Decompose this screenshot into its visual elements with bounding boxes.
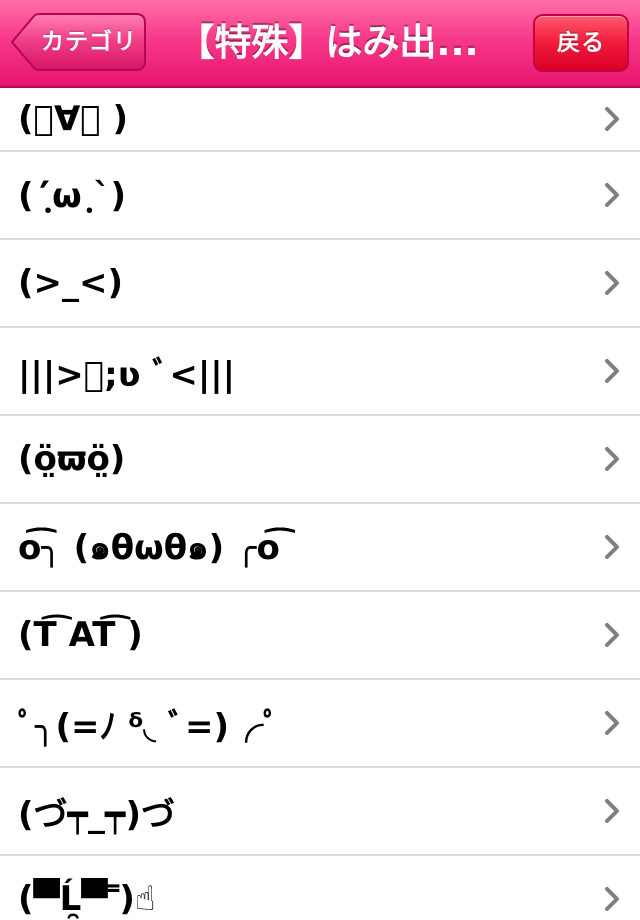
kaomoji-list: (ﾟ∀ﾟ ) (´ฺω ฺ`) (>_<) |||>ﾞ;ʋ ﾞ<||| (ö̤ϖ…: [0, 88, 640, 920]
list-item[interactable]: (ﾟ∀ﾟ ): [0, 88, 640, 152]
kaomoji-text: o͡͡͡╮ (๑θωθ๑) ╭o͡͡͡: [18, 528, 280, 568]
kaomoji-text: (ﾟ∀ﾟ ): [18, 99, 129, 139]
list-item[interactable]: ﾟ╮(=ﾉ ᵟ◟ ﾞ=)╭ﾟ: [0, 680, 640, 768]
list-item[interactable]: (´ฺω ฺ`): [0, 152, 640, 240]
list-item[interactable]: (▀̿Ĺ̯▀̿ ̿)☝: [0, 856, 640, 920]
back-button-label: カテゴリ: [41, 29, 137, 55]
navigation-bar: カテゴリ 【特殊】はみ出... 戻る: [0, 0, 640, 88]
kaomoji-text: (▀̿Ĺ̯▀̿ ̿)☝: [18, 879, 156, 919]
list-item[interactable]: (ö̤ϖö̤): [0, 416, 640, 504]
chevron-right-icon: [605, 799, 619, 823]
kaomoji-text: (>_<): [18, 263, 124, 303]
chevron-right-icon: [605, 535, 619, 559]
list-item[interactable]: (T͡ AT͡ ): [0, 592, 640, 680]
kaomoji-text: |||>ﾞ;ʋ ﾞ<|||: [18, 354, 236, 395]
list-item[interactable]: (>_<): [0, 240, 640, 328]
chevron-right-icon: [605, 107, 619, 131]
kaomoji-text: (´ฺω ฺ`): [18, 176, 127, 216]
kaomoji-text: (ö̤ϖö̤): [18, 439, 126, 479]
chevron-right-icon: [605, 271, 619, 295]
chevron-right-icon: [605, 711, 619, 735]
chevron-right-icon: [605, 359, 619, 383]
list-item[interactable]: o͡͡͡╮ (๑θωθ๑) ╭o͡͡͡: [0, 504, 640, 592]
chevron-right-icon: [605, 447, 619, 471]
kaomoji-text: (づ┯_┯)づ: [18, 794, 176, 835]
page-title: 【特殊】はみ出...: [177, 21, 479, 64]
return-button[interactable]: 戻る: [533, 14, 629, 72]
list-item[interactable]: (づ┯_┯)づ: [0, 768, 640, 856]
kaomoji-text: ﾟ╮(=ﾉ ᵟ◟ ﾞ=)╭ﾟ: [18, 706, 281, 747]
chevron-right-icon: [605, 623, 619, 647]
list-item[interactable]: |||>ﾞ;ʋ ﾞ<|||: [0, 328, 640, 416]
chevron-right-icon: [605, 887, 619, 911]
back-button[interactable]: カテゴリ: [10, 13, 146, 71]
kaomoji-text: (T͡ AT͡ ): [18, 615, 143, 655]
chevron-right-icon: [605, 183, 619, 207]
